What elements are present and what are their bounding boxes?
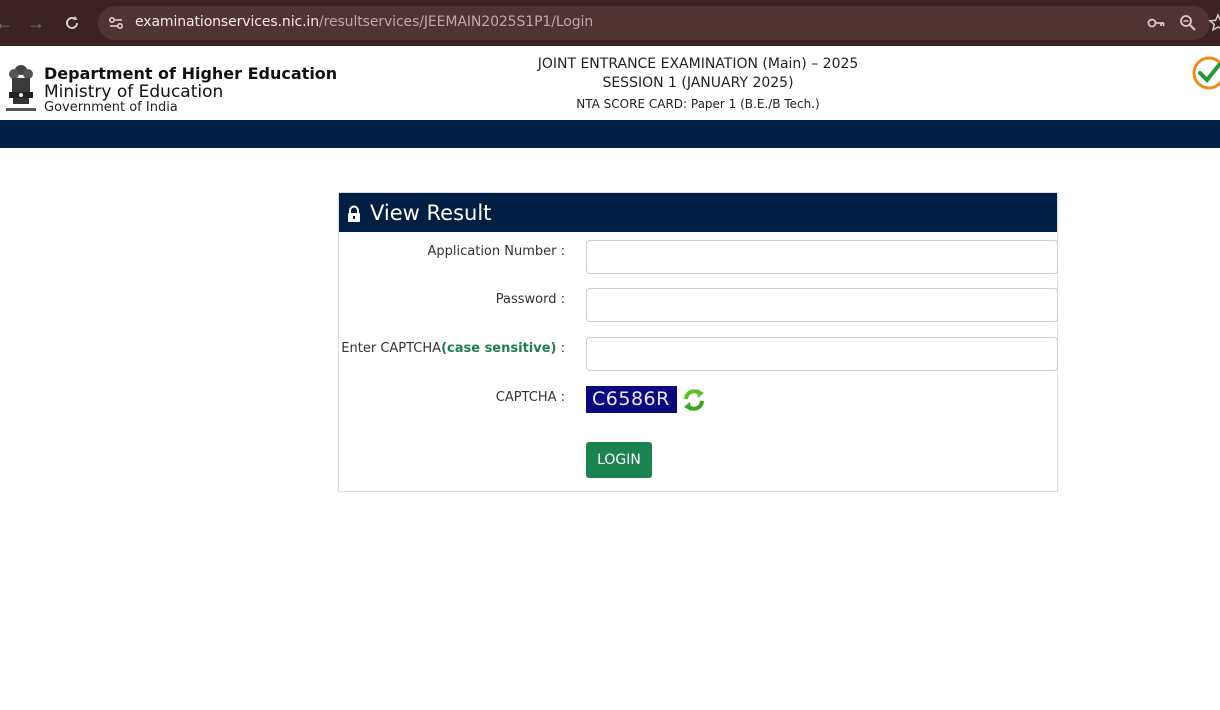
star-icon[interactable]	[1208, 13, 1220, 33]
captcha-input[interactable]	[586, 337, 1058, 371]
login-card: View Result Application Number : Passwor…	[338, 192, 1058, 492]
password-label: Password :	[495, 292, 565, 307]
captcha-input-label: Enter CAPTCHA(case sensitive) :	[341, 341, 565, 356]
application-number-input[interactable]	[586, 240, 1058, 274]
forward-icon[interactable]: →	[24, 11, 48, 35]
back-icon[interactable]: ←	[0, 11, 16, 35]
lock-icon	[347, 205, 361, 223]
department-title: Department of Higher Education	[44, 64, 338, 83]
nta-check-logo-icon	[1192, 56, 1220, 90]
captcha-image: C6586R	[586, 386, 677, 413]
application-number-label: Application Number :	[427, 244, 565, 259]
site-header: Department of Higher Education Ministry …	[0, 46, 1220, 120]
header-strip	[0, 120, 1220, 148]
exam-session: SESSION 1 (JANUARY 2025)	[602, 75, 794, 91]
card-header: View Result	[339, 193, 1057, 232]
zoom-icon[interactable]	[1178, 13, 1198, 33]
password-input[interactable]	[586, 288, 1058, 322]
exam-title: JOINT ENTRANCE EXAMINATION (Main) – 2025	[537, 56, 859, 72]
national-emblem-icon	[4, 62, 38, 116]
case-sensitive-note: (case sensitive)	[441, 341, 557, 356]
government-title: Government of India	[44, 100, 178, 115]
captcha-input-label-text: Enter CAPTCHA	[341, 341, 442, 356]
refresh-captcha-icon[interactable]	[680, 386, 708, 414]
browser-toolbar: ← → examinationservices.nic.in/resultser…	[0, 0, 1220, 46]
url-path: /resultservices/JEEMAIN2025S1P1/Login	[319, 14, 594, 30]
reload-icon[interactable]	[60, 11, 84, 35]
scorecard-title: NTA SCORE CARD: Paper 1 (B.E./B Tech.)	[576, 97, 820, 111]
site-info-icon[interactable]	[106, 13, 126, 33]
url-text[interactable]: examinationservices.nic.in/resultservice…	[135, 14, 593, 30]
url-host: examinationservices.nic.in	[135, 14, 319, 30]
card-title: View Result	[370, 201, 492, 225]
ministry-title: Ministry of Education	[44, 82, 224, 102]
captcha-label: CAPTCHA :	[495, 390, 565, 405]
captcha-input-label-suffix: :	[556, 341, 565, 356]
key-icon[interactable]	[1146, 13, 1166, 33]
login-button[interactable]: LOGIN	[586, 442, 652, 478]
